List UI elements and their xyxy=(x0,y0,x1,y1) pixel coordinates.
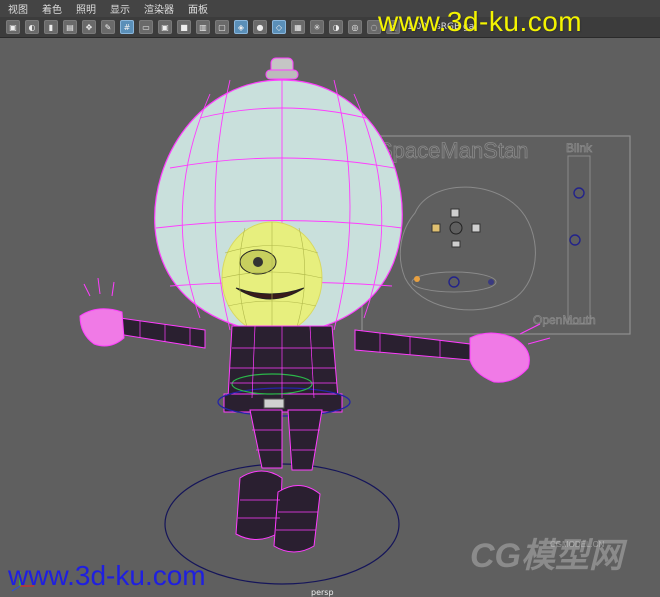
grid-icon[interactable]: # xyxy=(120,20,134,34)
menu-panels[interactable]: 面板 xyxy=(188,1,208,16)
gate-mask-icon[interactable]: ■ xyxy=(177,20,191,34)
2d-pan-icon[interactable]: ✥ xyxy=(82,20,96,34)
menu-view[interactable]: 视图 xyxy=(8,1,28,16)
grease-pencil-icon[interactable]: ✎ xyxy=(101,20,115,34)
perspective-viewport[interactable]: SpaceManStan Blink OpenMouth persp xyxy=(0,38,660,597)
menu-renderer[interactable]: 渲染器 xyxy=(144,1,174,16)
menu-lighting[interactable]: 照明 xyxy=(76,1,96,16)
camera-icon[interactable]: ▣ xyxy=(6,20,20,34)
wireframe-on-shaded-icon[interactable]: ◇ xyxy=(272,20,286,34)
character-face xyxy=(221,221,323,335)
field-chart-icon[interactable]: ▥ xyxy=(196,20,210,34)
helmet-antenna xyxy=(265,57,299,80)
resolution-gate-icon[interactable]: ▣ xyxy=(158,20,172,34)
viewport-scene: SpaceManStan Blink OpenMouth xyxy=(11,57,631,592)
character-legs xyxy=(249,409,323,471)
rig-title-text: SpaceManStan xyxy=(378,138,528,163)
menu-show[interactable]: 显示 xyxy=(110,1,130,16)
lights-icon[interactable]: ✳ xyxy=(310,20,324,34)
watermark-cg-sub: CGMODEL.CN xyxy=(550,540,605,549)
bookmark-icon[interactable]: ▮ xyxy=(44,20,58,34)
character-body xyxy=(117,317,471,417)
rig-openmouth-label: OpenMouth xyxy=(533,313,596,327)
ambient-occlusion-icon[interactable]: ◎ xyxy=(348,20,362,34)
camera-label: persp xyxy=(311,588,334,597)
rig-blink-label: Blink xyxy=(566,141,593,155)
watermark-cg: CG模型网 xyxy=(470,537,623,575)
menu-shading[interactable]: 着色 xyxy=(42,1,62,16)
image-plane-icon[interactable]: ▤ xyxy=(63,20,77,34)
film-gate-icon[interactable]: ▭ xyxy=(139,20,153,34)
camera-attributes-icon[interactable]: ◐ xyxy=(25,20,39,34)
shadows-icon[interactable]: ◑ xyxy=(329,20,343,34)
facial-rig-panel: SpaceManStan Blink OpenMouth xyxy=(361,135,631,335)
watermark-top: www.3d-ku.com xyxy=(378,6,583,37)
safe-action-icon[interactable]: ▢ xyxy=(215,20,229,34)
character-boots xyxy=(235,470,321,553)
smooth-shade-icon[interactable]: ● xyxy=(253,20,267,34)
wireframe-icon[interactable]: ◈ xyxy=(234,20,248,34)
watermark-bottom: www.3d-ku.com xyxy=(8,560,206,591)
textured-icon[interactable]: ▦ xyxy=(291,20,305,34)
